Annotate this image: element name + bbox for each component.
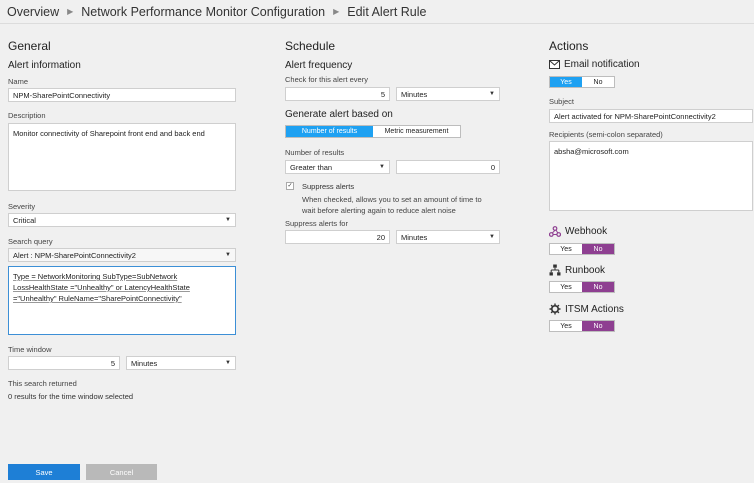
results-count[interactable]: 0 results [8,392,36,401]
query-line: Type = NetworkMonitoring SubType=SubNetw… [13,272,178,281]
suppress-for-value: 20 [376,232,385,242]
webhook-title: Webhook [565,226,608,237]
itsm-gear-icon [549,303,561,315]
recipients-field[interactable]: absha@microsoft.com [549,141,753,211]
time-window-label: Time window [8,345,52,354]
webhook-toggle: Yes No [549,243,615,255]
operator-value: Greater than [290,162,333,172]
breadcrumb-edit-alert-rule: Edit Alert Rule [347,4,427,19]
webhook-icon [549,226,561,237]
time-window-input[interactable]: 5 [8,356,120,370]
description-label: Description [8,111,46,120]
check-every-unit-select[interactable]: Minutes ▼ [396,87,500,101]
runbook-yes-option[interactable]: Yes [550,282,582,292]
suppress-for-input[interactable]: 20 [285,230,390,244]
breadcrumb-npm-config[interactable]: Network Performance Monitor Configuratio… [81,5,325,19]
severity-label: Severity [8,202,36,211]
chevron-down-icon: ▼ [225,252,231,258]
suppress-help-2: wait before alerting again to reduce ale… [302,206,456,215]
subject-value: Alert activated for NPM-SharePointConnec… [554,111,716,121]
suppress-unit-select[interactable]: Minutes ▼ [396,230,500,244]
breadcrumb-overview[interactable]: Overview [7,5,59,19]
results-suffix: for the time window selected [36,392,134,401]
name-field[interactable]: NPM-SharePointConnectivity [8,88,236,102]
subject-field[interactable]: Alert activated for NPM-SharePointConnec… [549,109,753,123]
search-returned-label: This search returned [8,379,77,388]
cancel-button[interactable]: Cancel [86,464,157,480]
search-query-select-value: Alert : NPM-SharePointConnectivity2 [13,250,136,260]
check-every-value: 5 [380,89,385,99]
search-query-textarea[interactable]: Type = NetworkMonitoring SubType=SubNetw… [8,266,236,335]
time-window-unit-select[interactable]: Minutes ▼ [126,356,236,370]
runbook-title: Runbook [565,265,606,276]
breadcrumb: Overview ▶ Network Performance Monitor C… [0,0,754,24]
time-window-unit: Minutes [131,358,158,368]
runbook-icon [549,264,561,276]
email-notification-title: Email notification [564,59,640,70]
chevron-down-icon: ▼ [225,217,231,223]
query-line: ="Unhealthy" RuleName="SharePointConnect… [13,294,182,303]
query-line: LossHealthState ="Unhealthy" or LatencyH… [13,283,190,292]
general-title: General [8,39,51,53]
description-field[interactable]: Monitor connectivity of Sharepoint front… [8,123,236,191]
name-value: NPM-SharePointConnectivity [13,90,111,100]
itsm-yes-option[interactable]: Yes [550,321,582,331]
description-value: Monitor connectivity of Sharepoint front… [13,129,205,138]
chevron-down-icon: ▼ [489,234,495,240]
generate-alert-title: Generate alert based on [285,109,393,120]
webhook-yes-option[interactable]: Yes [550,244,582,254]
threshold-input[interactable]: 0 [396,160,500,174]
chevron-down-icon: ▼ [225,360,231,366]
chevron-right-icon: ▶ [67,7,74,16]
operator-select[interactable]: Greater than ▼ [285,160,390,174]
chevron-down-icon: ▼ [379,164,385,170]
alert-info-title: Alert information [8,60,81,71]
search-query-select[interactable]: Alert : NPM-SharePointConnectivity2 ▼ [8,248,236,262]
time-window-value: 5 [110,358,115,368]
threshold-value: 0 [490,162,495,172]
suppress-help-1: When checked, allows you to set an amoun… [302,195,482,204]
runbook-toggle: Yes No [549,281,615,293]
email-no-option[interactable]: No [582,77,614,87]
runbook-no-option[interactable]: No [582,282,614,292]
suppress-unit: Minutes [401,232,428,242]
itsm-title: ITSM Actions [565,304,624,315]
number-results-label: Number of results [285,148,345,157]
results-summary: 0 results for the time window selected [8,392,133,401]
subject-label: Subject [549,97,575,106]
save-button[interactable]: Save [8,464,80,480]
email-toggle: Yes No [549,76,615,88]
recipients-label: Recipients (semi-colon separated) [549,130,663,139]
schedule-title: Schedule [285,39,336,53]
suppress-label: Suppress alerts [302,182,355,191]
alert-basis-tabs: Number of results Metric measurement [285,125,461,138]
itsm-toggle: Yes No [549,320,615,332]
tab-number-of-results[interactable]: Number of results [286,126,373,137]
webhook-no-option[interactable]: No [582,244,614,254]
check-every-unit: Minutes [401,89,428,99]
recipients-value: absha@microsoft.com [554,147,629,156]
chevron-down-icon: ▼ [489,91,495,97]
severity-select[interactable]: Critical ▼ [8,213,236,227]
actions-title: Actions [549,39,589,53]
itsm-no-option[interactable]: No [582,321,614,331]
check-every-label: Check for this alert every [285,75,368,84]
check-every-input[interactable]: 5 [285,87,390,101]
suppress-for-label: Suppress alerts for [285,219,348,228]
tab-metric-measurement[interactable]: Metric measurement [373,126,460,137]
email-yes-option[interactable]: Yes [550,77,582,87]
email-icon [549,60,560,69]
severity-value: Critical [13,215,36,225]
suppress-checkbox[interactable]: ✓ [286,182,294,190]
name-label: Name [8,77,29,86]
chevron-right-icon: ▶ [333,7,340,16]
alert-frequency-title: Alert frequency [285,60,353,71]
search-query-label: Search query [8,237,53,246]
